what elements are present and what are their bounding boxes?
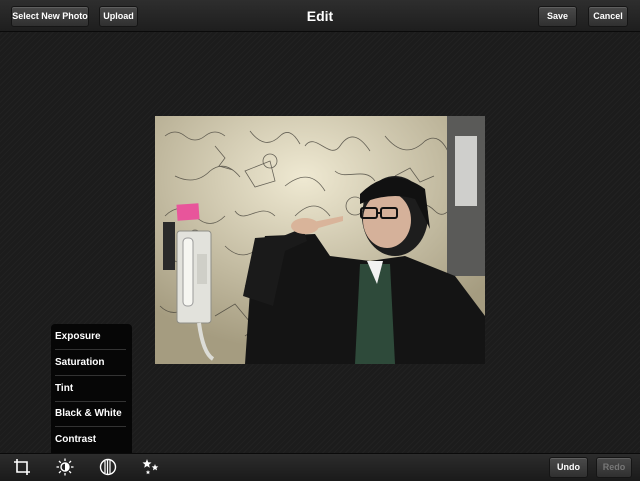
menu-item-contrast[interactable]: Contrast (55, 427, 126, 452)
top-toolbar: Select New Photo Upload Edit Save Cancel (0, 0, 640, 32)
brightness-icon[interactable] (56, 458, 74, 476)
save-button[interactable]: Save (538, 6, 577, 27)
bottom-toolbar: Undo Redo (0, 453, 640, 481)
menu-item-tint[interactable]: Tint (55, 376, 126, 402)
redo-button[interactable]: Redo (596, 457, 632, 478)
color-filter-icon[interactable] (99, 458, 117, 476)
cancel-button[interactable]: Cancel (588, 6, 628, 27)
photo-preview (155, 116, 485, 364)
menu-item-saturation[interactable]: Saturation (55, 350, 126, 376)
menu-item-exposure[interactable]: Exposure (55, 324, 126, 350)
menu-item-black-white[interactable]: Black & White (55, 401, 126, 427)
undo-button[interactable]: Undo (549, 457, 588, 478)
crop-icon[interactable] (13, 458, 31, 476)
effects-stars-icon[interactable] (142, 458, 160, 476)
adjustment-menu: Exposure Saturation Tint Black & White C… (51, 324, 132, 454)
